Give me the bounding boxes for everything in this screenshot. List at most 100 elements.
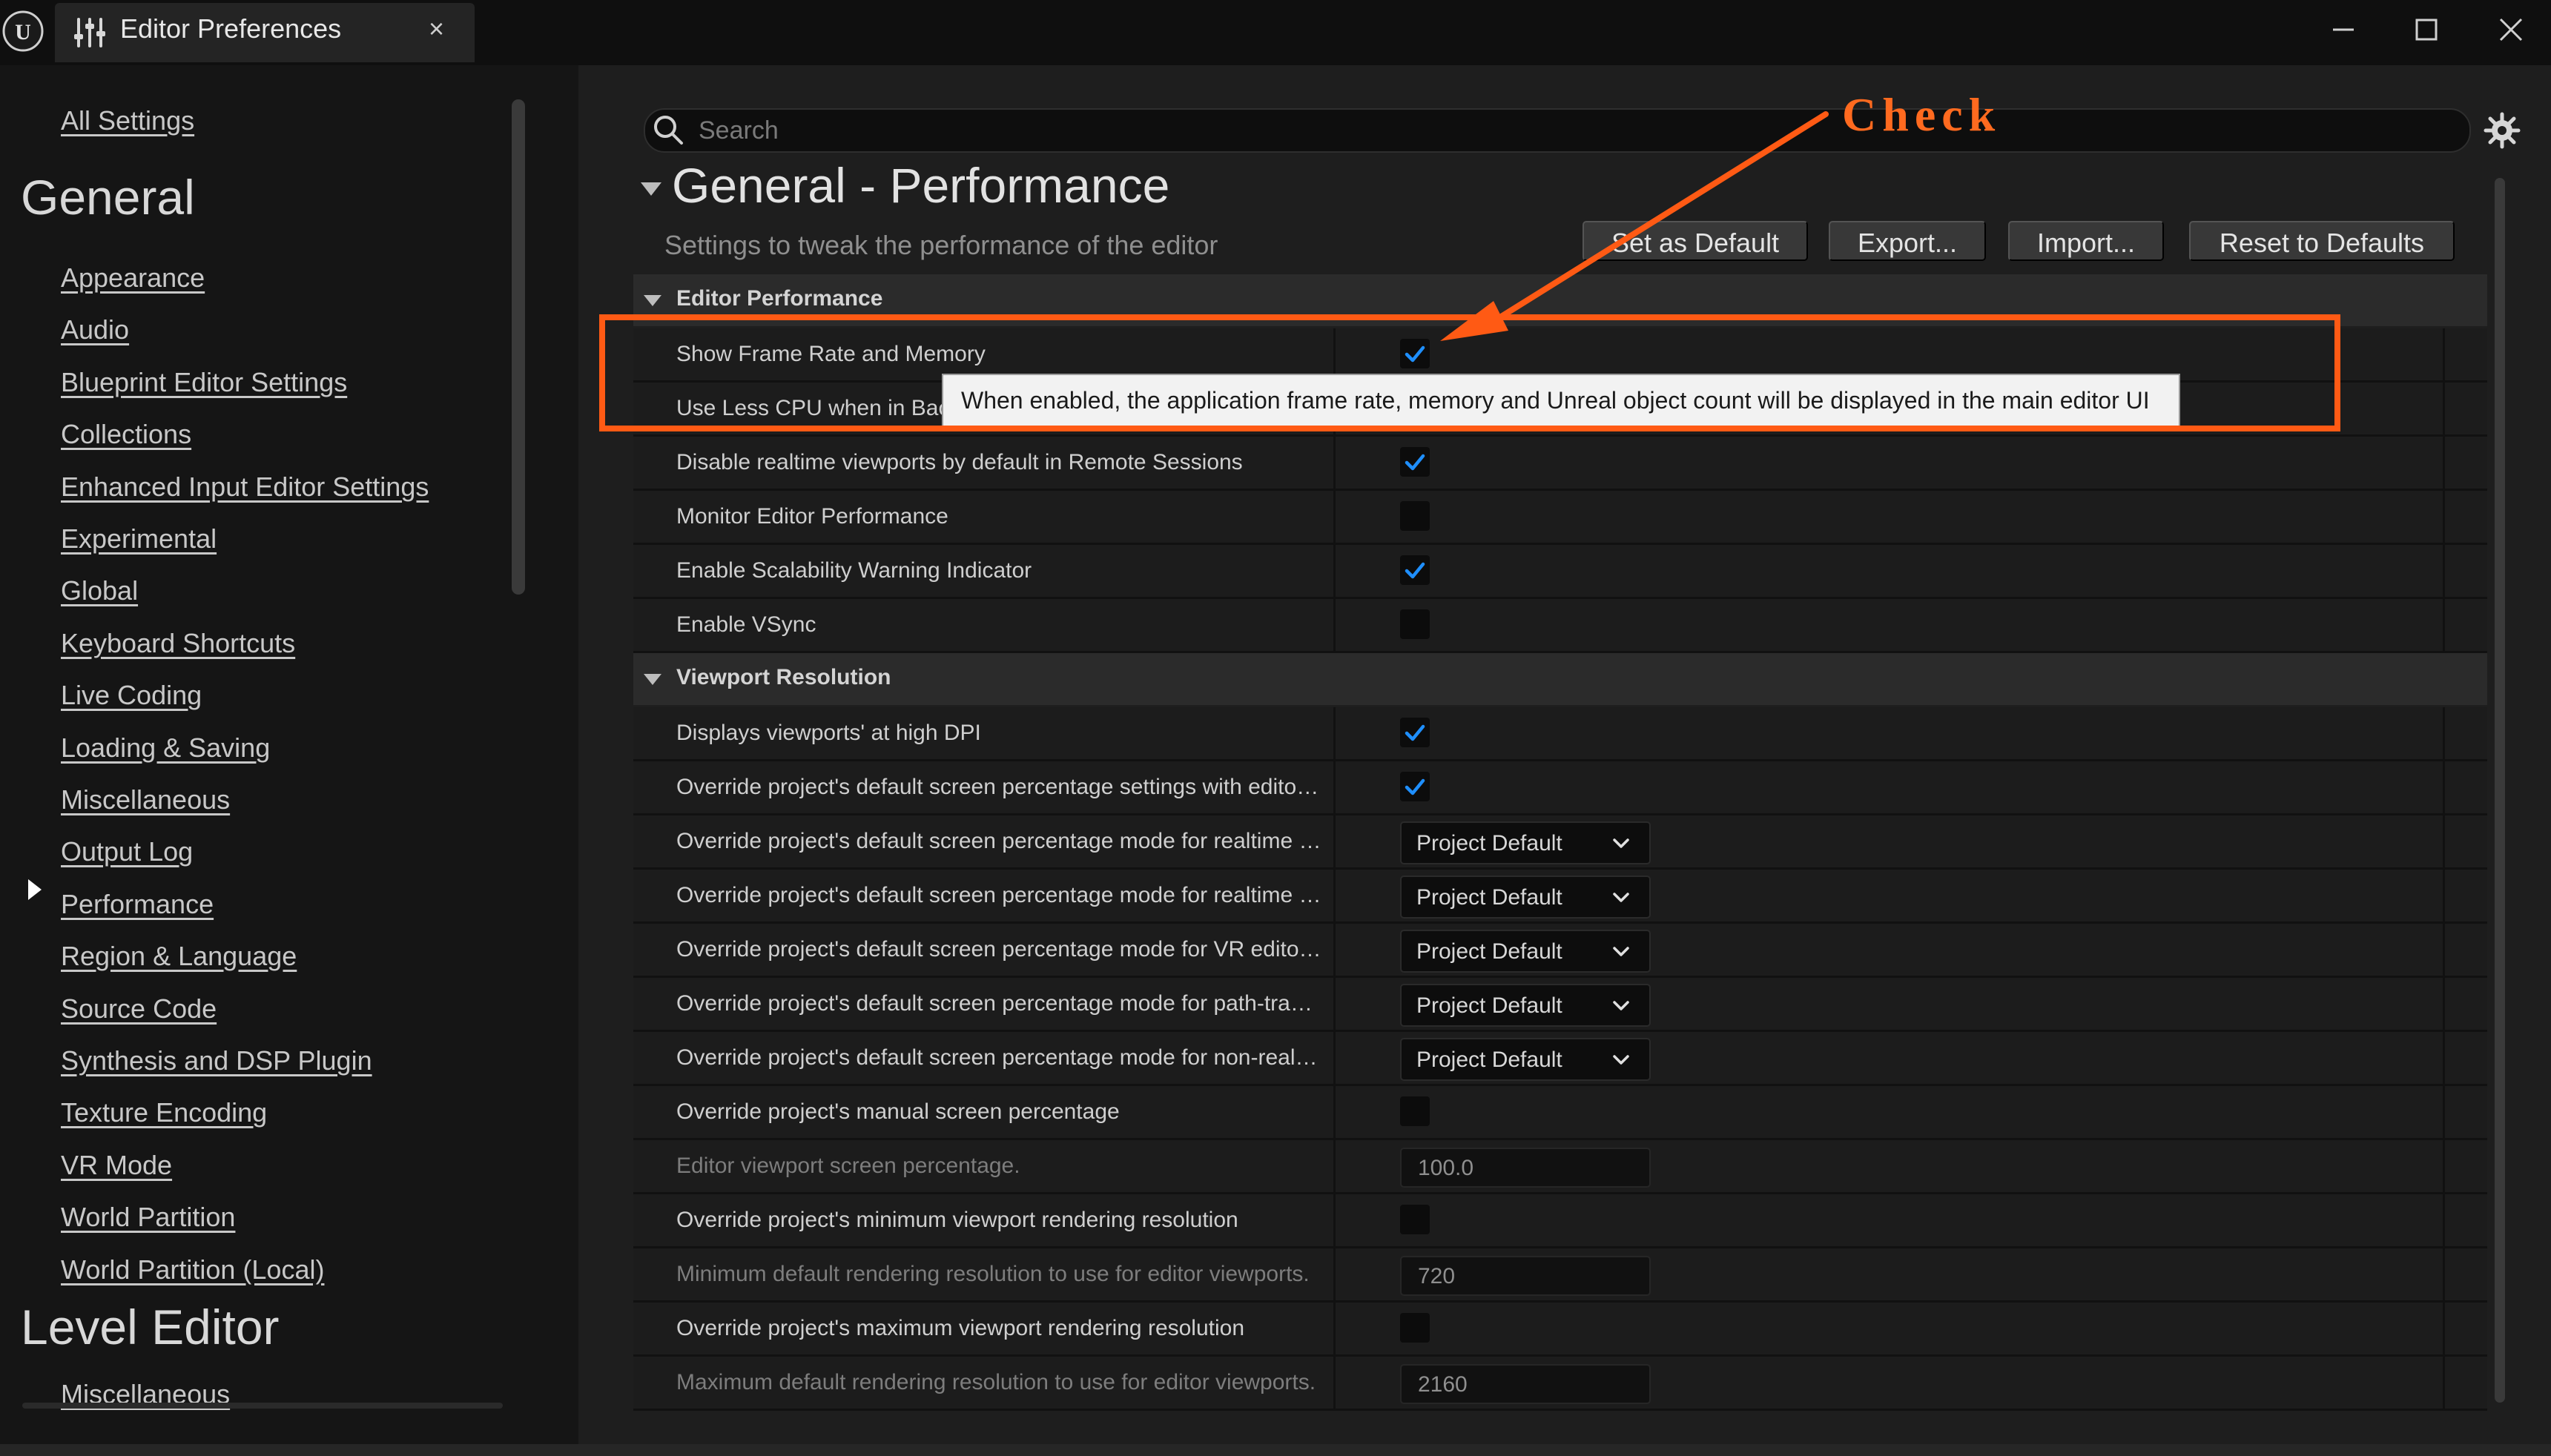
column-divider[interactable] [1333, 1357, 1336, 1409]
column-divider[interactable] [1333, 1086, 1336, 1138]
column-divider[interactable] [1333, 707, 1336, 759]
export-button[interactable]: Export... [1829, 221, 1986, 261]
sidebar-item-performance[interactable]: Performance [61, 889, 214, 920]
sidebar-item-global[interactable]: Global [61, 575, 138, 606]
column-divider[interactable] [1333, 545, 1336, 597]
screen-percentage-mode-dropdown[interactable]: Project Default [1400, 930, 1651, 973]
sidebar-item-region-language[interactable]: Region & Language [61, 941, 297, 972]
level-editor-heading: Level Editor [21, 1300, 280, 1354]
property-row: Override project's default screen percen… [633, 870, 2487, 924]
numeric-input[interactable]: 2160 [1400, 1364, 1651, 1404]
sidebar-item-output-log[interactable]: Output Log [61, 836, 193, 867]
column-divider [2443, 761, 2445, 813]
checkbox-unchecked[interactable] [1400, 1096, 1430, 1126]
checkbox-unchecked[interactable] [1400, 501, 1430, 531]
sidebar-item-audio[interactable]: Audio [61, 314, 129, 345]
chevron-down-icon [1611, 1050, 1631, 1074]
checkbox-unchecked[interactable] [1400, 609, 1430, 639]
column-divider[interactable] [1333, 761, 1336, 813]
numeric-input[interactable]: 720 [1400, 1256, 1651, 1296]
details-scrollbar[interactable] [2495, 178, 2505, 1403]
column-divider[interactable] [1333, 1194, 1336, 1246]
column-divider [2443, 383, 2445, 434]
column-divider[interactable] [1333, 924, 1336, 976]
gear-icon[interactable] [2481, 110, 2523, 151]
sidebar-item-texture-encoding[interactable]: Texture Encoding [61, 1097, 267, 1128]
set-as-default-button[interactable]: Set as Default [1583, 221, 1808, 261]
property-row: Override project's default screen percen… [633, 978, 2487, 1032]
checkmark-icon [1405, 454, 1425, 471]
search-icon [654, 116, 683, 145]
sidebar-item-appearance[interactable]: Appearance [61, 262, 205, 294]
maximize-icon[interactable] [2404, 7, 2449, 52]
checkbox-unchecked[interactable] [1400, 1313, 1430, 1343]
sidebar-item-world-partition[interactable]: World Partition [61, 1202, 235, 1233]
column-divider[interactable] [1333, 1303, 1336, 1354]
all-settings-link[interactable]: All Settings [61, 105, 194, 136]
property-label: Maximum default rendering resolution to … [676, 1370, 1316, 1394]
column-divider[interactable] [1333, 599, 1336, 651]
property-row: Displays viewports' at high DPI [633, 707, 2487, 761]
property-label: Override project's minimum viewport rend… [676, 1208, 1238, 1232]
property-row: Override project's manual screen percent… [633, 1086, 2487, 1140]
property-label: Displays viewports' at high DPI [676, 721, 981, 745]
column-divider [2443, 1194, 2445, 1246]
checkbox-checked[interactable] [1400, 555, 1430, 585]
category-row[interactable]: Viewport Resolution [633, 653, 2487, 705]
category-collapse-icon[interactable] [644, 674, 661, 685]
sidebar-horizontal-scrollbar[interactable] [22, 1403, 503, 1409]
numeric-value: 720 [1418, 1264, 1456, 1288]
category-collapse-icon[interactable] [644, 295, 661, 306]
sidebar-item-miscellaneous[interactable]: Miscellaneous [61, 784, 230, 815]
property-label: Override project's default screen percen… [676, 883, 1321, 907]
checkbox-checked[interactable] [1400, 772, 1430, 801]
column-divider [2443, 707, 2445, 759]
property-label: Override project's default screen percen… [676, 829, 1321, 853]
unreal-logo-icon[interactable]: U [1, 4, 44, 53]
column-divider[interactable] [1333, 978, 1336, 1030]
close-window-icon[interactable] [2489, 7, 2533, 52]
screen-percentage-mode-dropdown[interactable]: Project Default [1400, 876, 1651, 919]
dropdown-value: Project Default [1416, 939, 1562, 964]
section-collapse-icon[interactable] [641, 182, 661, 196]
column-divider[interactable] [1333, 1140, 1336, 1192]
sidebar-item-experimental[interactable]: Experimental [61, 523, 217, 555]
property-label: Monitor Editor Performance [676, 504, 948, 529]
sidebar-item-collections[interactable]: Collections [61, 419, 191, 450]
screen-percentage-mode-dropdown[interactable]: Project Default [1400, 821, 1651, 864]
checkbox-unchecked[interactable] [1400, 1205, 1430, 1234]
column-divider[interactable] [1333, 1248, 1336, 1300]
sidebar-scrollbar[interactable] [512, 99, 525, 595]
sidebar-item-live-coding[interactable]: Live Coding [61, 680, 202, 711]
tab-close-icon[interactable]: × [429, 13, 444, 44]
column-divider[interactable] [1333, 815, 1336, 867]
sidebar-item-source-code[interactable]: Source Code [61, 993, 217, 1025]
column-divider[interactable] [1333, 1032, 1336, 1084]
import-button[interactable]: Import... [2008, 221, 2164, 261]
sidebar-item-enhanced-input-editor-settings[interactable]: Enhanced Input Editor Settings [61, 471, 429, 503]
screen-percentage-mode-dropdown[interactable]: Project Default [1400, 984, 1651, 1027]
sidebar-item-loading-saving[interactable]: Loading & Saving [61, 732, 270, 764]
column-divider[interactable] [1333, 870, 1336, 921]
minimize-icon[interactable] [2321, 7, 2366, 52]
checkbox-checked[interactable] [1400, 718, 1430, 747]
sidebar-item-vr-mode[interactable]: VR Mode [61, 1150, 172, 1181]
checkbox-checked[interactable] [1400, 447, 1430, 477]
column-divider[interactable] [1333, 491, 1336, 543]
sidebar-item-keyboard-shortcuts[interactable]: Keyboard Shortcuts [61, 628, 295, 659]
column-divider[interactable] [1333, 437, 1336, 489]
property-row: Editor viewport screen percentage. 100.0 [633, 1140, 2487, 1194]
reset-to-defaults-button[interactable]: Reset to Defaults [2189, 221, 2455, 261]
selected-arrow-icon [28, 879, 42, 900]
sidebar-item-blueprint-editor-settings[interactable]: Blueprint Editor Settings [61, 367, 347, 398]
sidebar-item-world-partition-local[interactable]: World Partition (Local) [61, 1254, 324, 1285]
search-input[interactable] [697, 113, 2450, 148]
sidebar-item-synthesis-and-dsp-plugin[interactable]: Synthesis and DSP Plugin [61, 1045, 372, 1076]
property-label: Disable realtime viewports by default in… [676, 450, 1243, 474]
column-divider [2443, 491, 2445, 543]
chevron-down-icon [1611, 833, 1631, 858]
numeric-input[interactable]: 100.0 [1400, 1148, 1651, 1188]
property-label: Override project's default screen percen… [676, 1045, 1321, 1070]
screen-percentage-mode-dropdown[interactable]: Project Default [1400, 1038, 1651, 1081]
property-row: Enable VSync [633, 599, 2487, 653]
